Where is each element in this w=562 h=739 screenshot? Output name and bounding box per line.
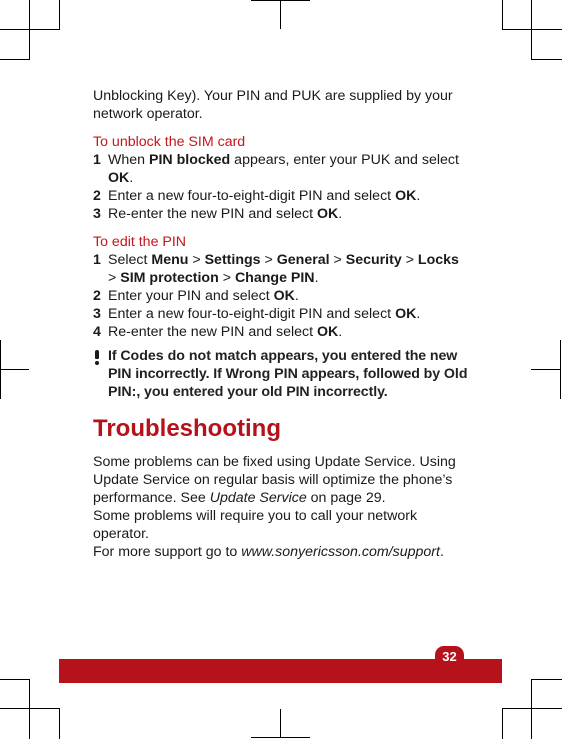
step-item: 3 Re-enter the new PIN and select OK.	[93, 206, 343, 222]
step-number: 2	[93, 188, 101, 204]
crop-mark	[29, 679, 31, 739]
ui-term: Change PIN	[234, 270, 315, 286]
step-number: 1	[93, 252, 101, 268]
page-content: Unblocking Key). Your PIN and PUK are su…	[93, 87, 468, 561]
support-url-link[interactable]: www.sonyericsson.com/support	[241, 544, 440, 560]
ui-term: OK	[395, 188, 417, 204]
ui-term: Wrong PIN	[225, 366, 298, 382]
crop-mark	[502, 29, 562, 31]
crop-mark	[59, 708, 61, 739]
troubleshooting-heading: Troubleshooting	[93, 415, 281, 442]
crop-mark	[502, 708, 504, 739]
crop-mark	[531, 679, 533, 739]
step-number: 2	[93, 288, 101, 304]
step-item: 3 Enter a new four-to-eight-digit PIN an…	[93, 306, 421, 322]
warning-note: If Codes do not match appears, you enter…	[93, 347, 468, 401]
edit-pin-steps: 1 Select Menu > Settings > General > Sec…	[93, 251, 468, 341]
ui-term: PIN blocked	[149, 152, 231, 168]
ui-term: OK	[316, 324, 339, 340]
unblock-sim-steps: 1 When PIN blocked appears, enter your P…	[93, 151, 468, 223]
crop-mark	[280, 0, 282, 29]
intro-paragraph: Unblocking Key). Your PIN and PUK are su…	[93, 88, 453, 122]
crop-mark	[531, 679, 562, 681]
troubleshooting-paragraph: Some problems will require you to call y…	[93, 508, 418, 542]
crop-mark	[0, 679, 30, 681]
ui-term: Settings	[204, 252, 261, 268]
crop-mark	[0, 29, 60, 31]
step-number: 4	[93, 324, 101, 340]
crop-mark	[251, 737, 310, 739]
crop-mark	[0, 59, 30, 61]
page-number-tab: 32	[435, 646, 464, 668]
step-item: 1 Select Menu > Settings > General > Sec…	[93, 252, 459, 286]
unblock-sim-heading: To unblock the SIM card	[93, 134, 246, 150]
ui-term: OK	[395, 306, 417, 322]
step-item: 2 Enter your PIN and select OK.	[93, 288, 299, 304]
ui-term: OK	[316, 206, 339, 222]
crop-mark	[59, 0, 61, 30]
step-number: 3	[93, 206, 101, 222]
ui-term: OK	[273, 288, 295, 304]
ui-term: Security	[345, 252, 402, 268]
crop-mark	[502, 0, 504, 30]
ui-term: Codes do not match	[120, 348, 257, 364]
support-paragraph: For more support go to www.sonyericsson.…	[93, 544, 444, 560]
ui-term: Menu	[151, 252, 189, 268]
step-item: 2 Enter a new four-to-eight-digit PIN an…	[93, 188, 421, 204]
ui-term: SIM protection	[120, 270, 219, 286]
cross-reference-link[interactable]: Update Service	[210, 490, 307, 506]
step-number: 1	[93, 152, 101, 168]
step-item: 1 When PIN blocked appears, enter your P…	[93, 152, 459, 186]
ui-term: General	[276, 252, 330, 268]
step-item: 4 Re-enter the new PIN and select OK.	[93, 324, 343, 340]
ui-term: OK	[108, 170, 130, 186]
crop-mark	[531, 59, 562, 61]
step-number: 3	[93, 306, 101, 322]
crop-mark	[280, 709, 282, 738]
edit-pin-heading: To edit the PIN	[93, 234, 187, 250]
exclamation-icon	[93, 350, 101, 366]
crop-mark	[0, 369, 29, 371]
troubleshooting-paragraph: Some problems can be fixed using Update …	[93, 454, 456, 506]
ui-term: Locks	[417, 252, 459, 268]
crop-mark	[531, 369, 561, 371]
